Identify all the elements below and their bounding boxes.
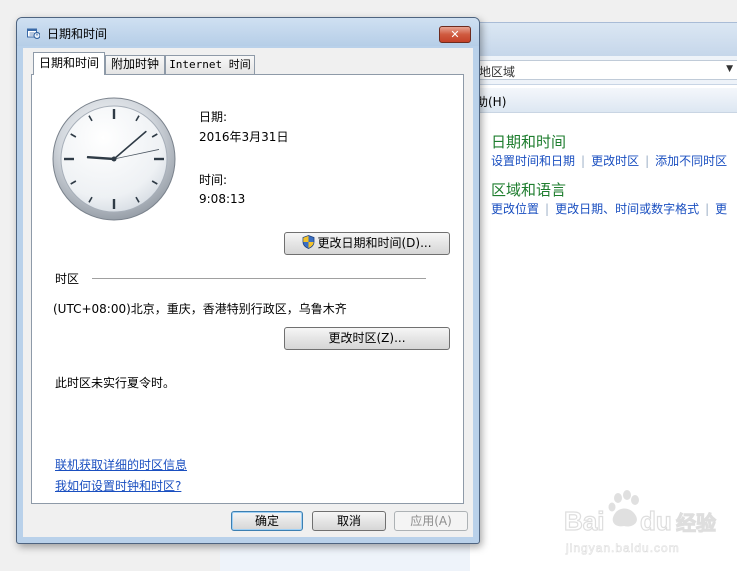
date-label: 日期: (199, 110, 228, 124)
menu-help[interactable]: 助(H) (476, 93, 506, 110)
link-separator: | (705, 202, 710, 216)
dst-note: 此时区未实行夏令时。 (55, 376, 176, 390)
analog-clock (52, 97, 176, 221)
svg-text:jingyan.baidu.com: jingyan.baidu.com (565, 541, 680, 555)
link-separator: | (581, 154, 586, 168)
category-links-region: 更改位置 | 更改日期、时间或数字格式 | 更 (491, 200, 727, 217)
change-timezone-button[interactable]: 更改时区(Z)... (284, 327, 450, 350)
category-links-datetime: 设置时间和日期 | 更改时区 | 添加不同时区 (491, 152, 727, 169)
link-more[interactable]: 更 (715, 202, 727, 216)
baidu-jingyan-watermark: Bai du 经验 jingyan.baidu.com (563, 490, 717, 555)
tab-date-time[interactable]: 日期和时间 (33, 52, 105, 75)
calendar-clock-icon (27, 28, 40, 39)
link-online-timezone-info[interactable]: 联机获取详细的时区信息 (55, 456, 187, 473)
link-add-clocks[interactable]: 添加不同时区 (655, 154, 727, 168)
dialog-client-area: 日期和时间 附加时钟 Internet 时间 日期: 2016年3月31日 时间… (23, 48, 473, 537)
link-change-formats[interactable]: 更改日期、时间或数字格式 (555, 202, 699, 216)
tab-panel: 日期: 2016年3月31日 时间: 9:08:13 更改日期和时间(D)...… (31, 74, 464, 504)
link-set-time-date[interactable]: 设置时间和日期 (491, 154, 575, 168)
timezone-value: (UTC+08:00)北京，重庆，香港特别行政区，乌鲁木齐 (53, 302, 347, 316)
cancel-button[interactable]: 取消 (312, 511, 386, 531)
change-date-time-button[interactable]: 更改日期和时间(D)... (284, 232, 450, 255)
dialog-title: 日期和时间 (47, 27, 108, 41)
time-label: 时间: (199, 173, 228, 187)
apply-button[interactable]: 应用(A) (394, 511, 468, 531)
dropdown-arrow-icon[interactable]: ▼ (726, 64, 733, 74)
tab-additional-clocks[interactable]: 附加时钟 (105, 55, 165, 74)
clock-center (111, 156, 117, 162)
date-time-dialog: 日期和时间 ✕ 日期和时间 附加时钟 Internet 时间 日期: 2016年… (16, 17, 480, 544)
link-how-to-set-clock[interactable]: 我如何设置时钟和时区? (55, 477, 181, 494)
timezone-divider (92, 278, 426, 279)
timezone-label: 时区 (55, 272, 80, 286)
category-heading-region[interactable]: 区域和语言 (491, 179, 566, 200)
ok-button[interactable]: 确定 (231, 511, 303, 531)
address-dropdown[interactable]: 地区域 ▼ (476, 60, 737, 80)
svg-text:du: du (640, 506, 672, 536)
dialog-titlebar[interactable]: 日期和时间 ✕ (17, 18, 479, 46)
time-value: 9:08:13 (199, 192, 246, 206)
uac-shield-icon (303, 235, 315, 249)
close-button[interactable]: ✕ (439, 26, 471, 43)
svg-text:Bai: Bai (564, 506, 604, 536)
link-change-timezone[interactable]: 更改时区 (591, 154, 639, 168)
tab-internet-time[interactable]: Internet 时间 (165, 55, 255, 74)
change-date-time-label: 更改日期和时间(D)... (317, 236, 432, 250)
close-icon: ✕ (450, 28, 460, 41)
link-change-location[interactable]: 更改位置 (491, 202, 539, 216)
svg-text:经验: 经验 (676, 511, 716, 535)
link-separator: | (645, 154, 650, 168)
link-separator: | (545, 202, 550, 216)
address-text: 地区域 (479, 65, 516, 79)
category-heading-datetime[interactable]: 日期和时间 (491, 131, 566, 152)
date-value: 2016年3月31日 (199, 130, 289, 144)
